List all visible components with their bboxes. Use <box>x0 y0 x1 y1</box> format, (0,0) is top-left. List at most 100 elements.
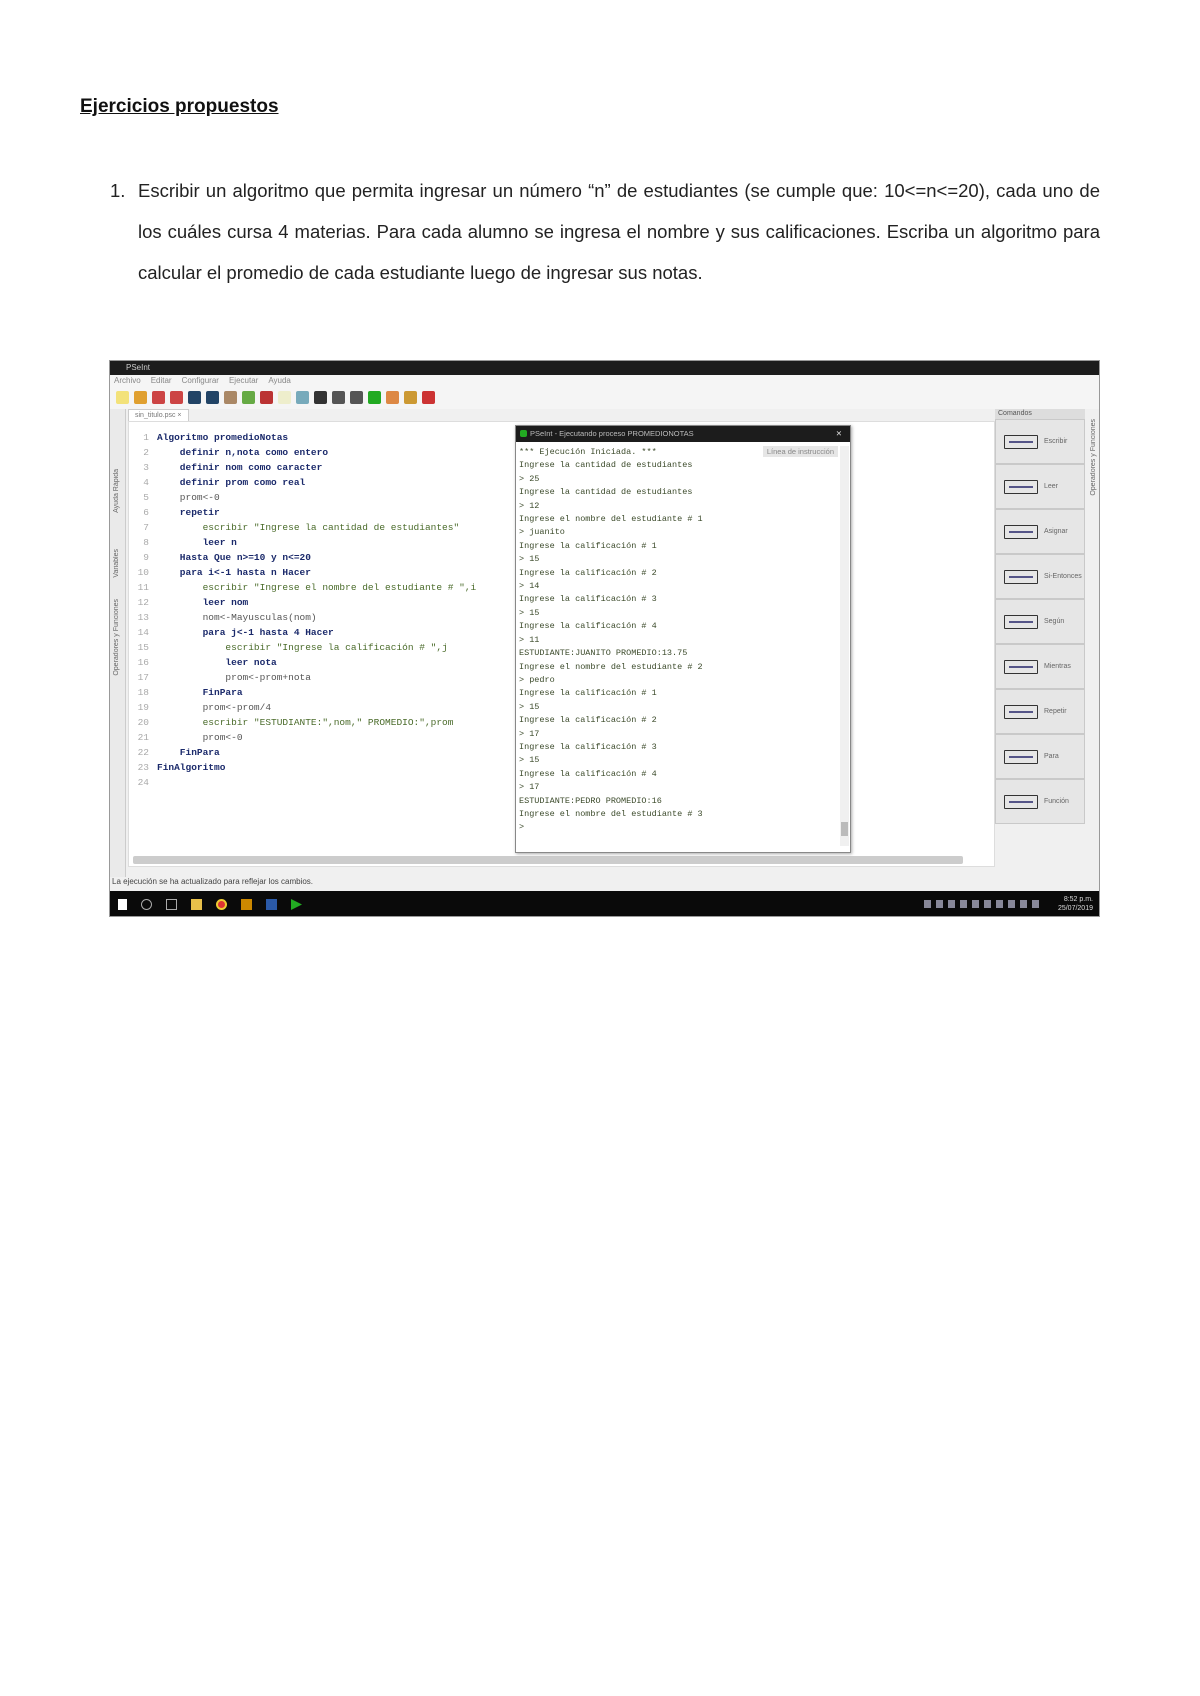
toolbar-button[interactable] <box>152 391 165 404</box>
toolbar-button[interactable] <box>368 391 381 404</box>
console-line: Ingrese el nombre del estudiante # 2 <box>519 661 703 672</box>
code-line: 16 leer nota <box>129 655 476 670</box>
exercise-item: 1. Escribir un algoritmo que permita ing… <box>110 170 1100 293</box>
palette-item[interactable]: Función <box>995 779 1085 824</box>
app-icon[interactable] <box>241 899 252 910</box>
palette-item[interactable]: Repetir <box>995 689 1085 734</box>
palette-item[interactable]: Mientras <box>995 644 1085 689</box>
line-number: 13 <box>137 612 149 623</box>
code-line: 22 FinPara <box>129 745 476 760</box>
toolbar-button[interactable] <box>332 391 345 404</box>
code-line: 14 para j<-1 hasta 4 Hacer <box>129 625 476 640</box>
code-text: prom<-0 <box>157 732 243 743</box>
tab-file[interactable]: sin_titulo.psc × <box>128 409 189 421</box>
line-number: 6 <box>143 507 149 518</box>
line-number: 21 <box>137 732 149 743</box>
console-button[interactable]: Línea de instrucción <box>762 446 838 457</box>
command-icon <box>1004 614 1038 629</box>
code-line: 7 escribir "Ingrese la cantidad de estud… <box>129 520 476 535</box>
menu-item[interactable]: Archivo <box>114 375 141 387</box>
palette-item[interactable]: Según <box>995 599 1085 644</box>
console-line: Ingrese la calificación # 1 <box>519 540 657 551</box>
line-number: 22 <box>137 747 149 758</box>
toolbar-button[interactable] <box>296 391 309 404</box>
clock[interactable]: 8:52 p.m. 25/07/2019 <box>1058 895 1093 913</box>
close-icon[interactable]: ✕ <box>836 426 842 442</box>
horizontal-scrollbar[interactable] <box>133 856 963 864</box>
console-line: ESTUDIANTE:PEDRO PROMEDIO:16 <box>519 795 662 806</box>
console-output: *** Ejecución Iniciada. *** Ingrese la ca… <box>519 446 703 835</box>
palette-item[interactable]: Si-Entonces <box>995 554 1085 599</box>
command-icon <box>1004 794 1038 809</box>
code-line: 11 escribir "Ingrese el nombre del estud… <box>129 580 477 595</box>
menu-item[interactable]: Ejecutar <box>229 375 258 387</box>
console-window: PSeInt - Ejecutando proceso PROMEDIONOTA… <box>515 425 851 853</box>
menu-item[interactable]: Editar <box>151 375 172 387</box>
side-label-operators[interactable]: Operadores y Funciones <box>113 599 120 676</box>
line-number: 20 <box>137 717 149 728</box>
console-line: > 12 <box>519 500 540 511</box>
toolbar-button[interactable] <box>206 391 219 404</box>
status-bar: La ejecución se ha actualizado para refl… <box>112 877 314 886</box>
palette-item[interactable]: Escribir <box>995 419 1085 464</box>
command-icon <box>1004 704 1038 719</box>
folder-icon[interactable] <box>191 899 202 910</box>
console-line: Ingrese la calificación # 1 <box>519 688 657 699</box>
palette-item-label: Asignar <box>1044 528 1068 535</box>
menu-item[interactable]: Ayuda <box>268 375 291 387</box>
toolbar-button[interactable] <box>242 391 255 404</box>
chrome-icon[interactable] <box>216 899 227 910</box>
toolbar-button[interactable] <box>188 391 201 404</box>
side-label-right[interactable]: Operadores y Funciones <box>1090 419 1097 496</box>
search-icon[interactable] <box>141 899 152 910</box>
toolbar-button[interactable] <box>278 391 291 404</box>
code-text: escribir "Ingrese la calificación # ",j <box>157 642 448 653</box>
left-side-strip: Ayuda Rápida Variables Operadores y Func… <box>110 409 126 877</box>
code-line: 3 definir nom como caracter <box>129 460 476 475</box>
side-label-variables[interactable]: Variables <box>113 549 120 578</box>
line-number: 2 <box>143 447 149 458</box>
side-label-help[interactable]: Ayuda Rápida <box>113 469 120 513</box>
console-line: *** Ejecución Iniciada. *** <box>519 447 657 457</box>
code-text: definir prom como real <box>157 477 306 488</box>
code-line: 19 prom<-prom/4 <box>129 700 476 715</box>
toolbar-button[interactable] <box>404 391 417 404</box>
code-text: para i<-1 hasta n Hacer <box>157 567 311 578</box>
menu-item[interactable]: Configurar <box>182 375 219 387</box>
palette-item[interactable]: Asignar <box>995 509 1085 554</box>
code-line: 18 FinPara <box>129 685 476 700</box>
toolbar-button[interactable] <box>314 391 327 404</box>
console-scrollbar[interactable] <box>840 446 849 846</box>
toolbar-button[interactable] <box>386 391 399 404</box>
toolbar-button[interactable] <box>170 391 183 404</box>
start-icon[interactable] <box>118 899 127 910</box>
command-icon <box>1004 569 1038 584</box>
toolbar-button[interactable] <box>134 391 147 404</box>
toolbar-button[interactable] <box>260 391 273 404</box>
toolbar-button[interactable] <box>224 391 237 404</box>
code-text: FinPara <box>157 687 243 698</box>
palette-item[interactable]: Para <box>995 734 1085 779</box>
palette-item[interactable]: Leer <box>995 464 1085 509</box>
command-icon <box>1004 434 1038 449</box>
palette-item-label: Según <box>1044 618 1065 625</box>
console-line: > 15 <box>519 755 540 766</box>
console-title: PSeInt - Ejecutando proceso PROMEDIONOTA… <box>530 429 694 438</box>
line-number: 15 <box>137 642 149 653</box>
code-text: escribir "Ingrese el nombre del estudian… <box>157 582 477 593</box>
code-text: repetir <box>157 507 220 518</box>
console-line: Ingrese la calificación # 4 <box>519 768 657 779</box>
pseint-icon[interactable] <box>291 899 302 910</box>
task-view-icon[interactable] <box>166 899 177 910</box>
console-line: Ingrese la calificación # 3 <box>519 741 657 752</box>
console-line: > <box>519 822 525 833</box>
code-text: Hasta Que n>=10 y n<=20 <box>157 552 311 563</box>
toolbar-button[interactable] <box>422 391 435 404</box>
toolbar-button[interactable] <box>116 391 129 404</box>
code-text: prom<-0 <box>157 492 220 503</box>
taskbar: 8:52 p.m. 25/07/2019 <box>110 891 1099 916</box>
toolbar-button[interactable] <box>350 391 363 404</box>
code-line: 10 para i<-1 hasta n Hacer <box>129 565 476 580</box>
word-icon[interactable] <box>266 899 277 910</box>
code-text: nom<-Mayusculas(nom) <box>157 612 317 623</box>
